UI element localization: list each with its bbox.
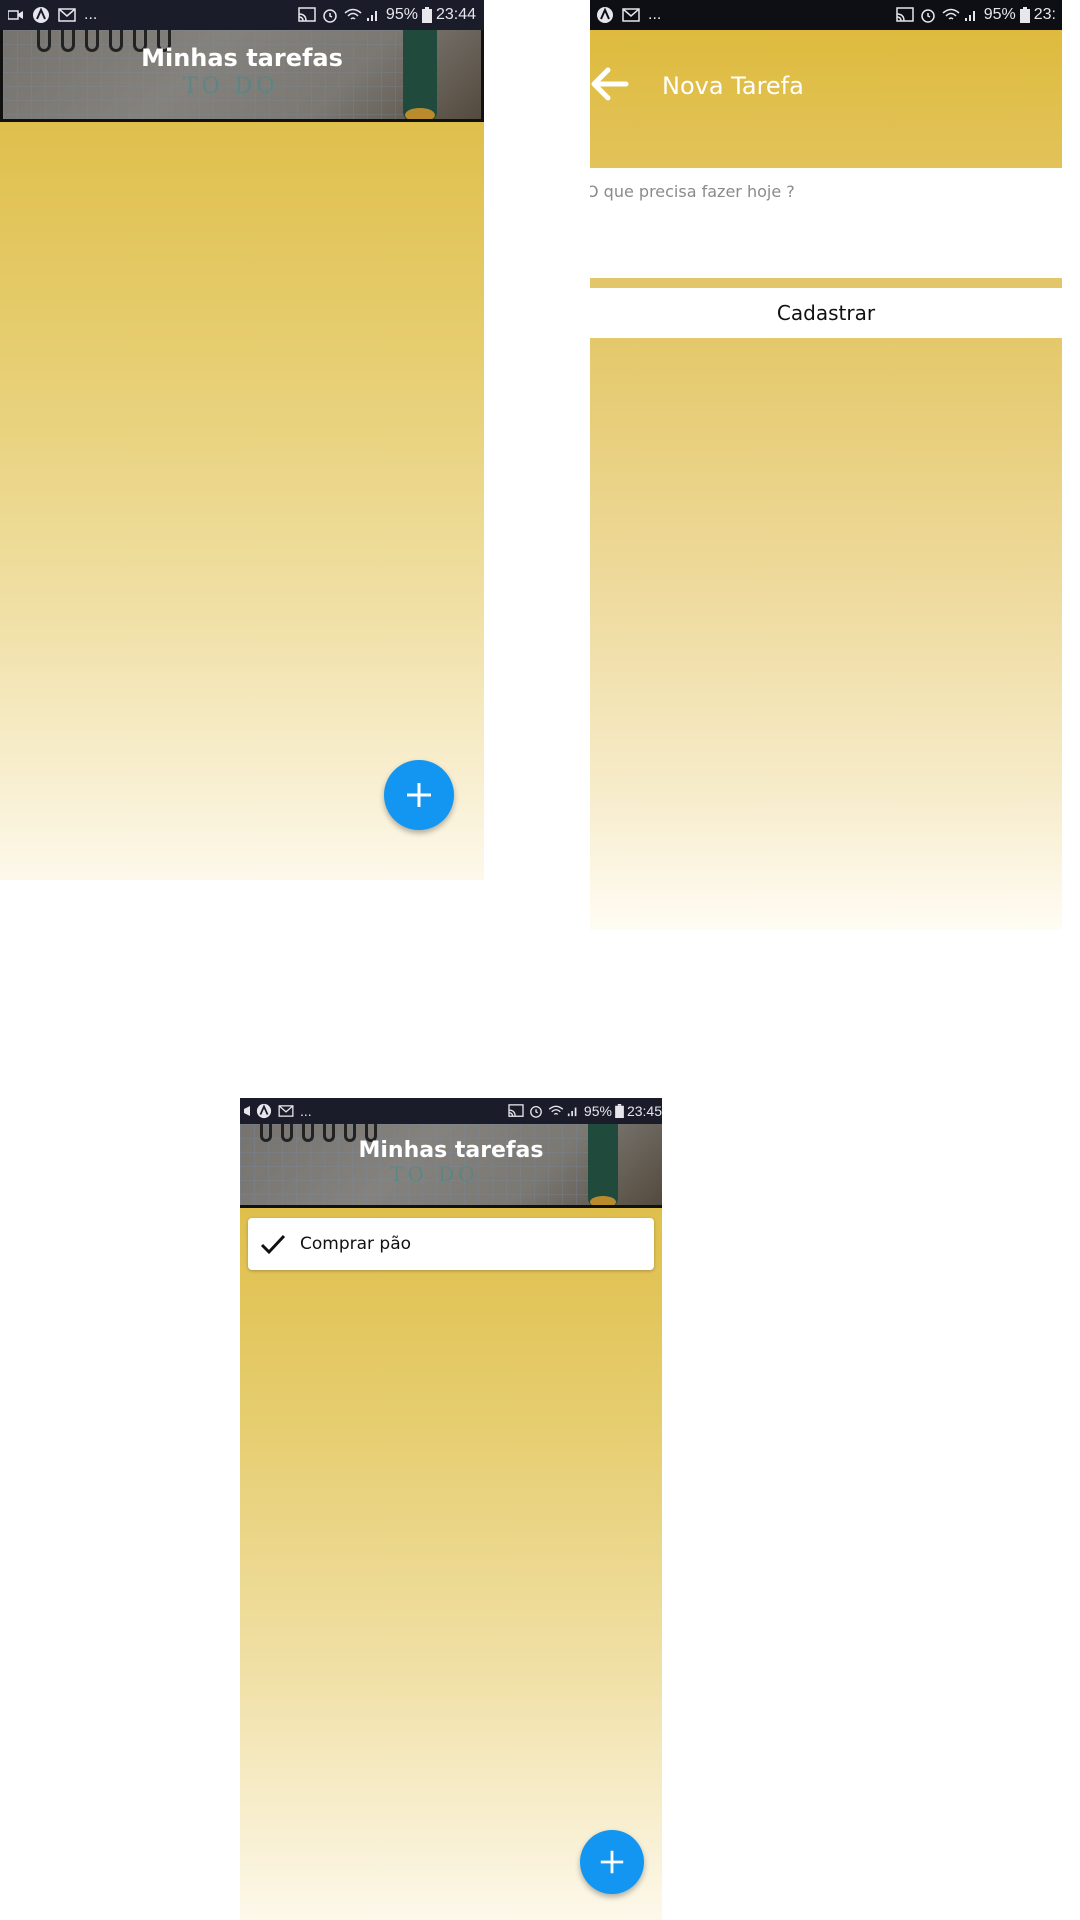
battery-icon: [1019, 7, 1030, 23]
android-icon: [256, 1103, 272, 1119]
mail-icon: [622, 8, 640, 22]
wifi-icon: [942, 8, 960, 22]
divider: [590, 278, 1062, 288]
screen-new-task: ... 95% 23: Nova Tarefa O que precisa fa…: [590, 0, 1062, 930]
submit-button[interactable]: Cadastrar: [590, 288, 1062, 338]
battery-percent: 95%: [583, 1103, 612, 1119]
cast-icon: [895, 7, 914, 23]
status-more: ...: [84, 6, 98, 23]
status-time: 23:: [1033, 6, 1056, 23]
add-task-button[interactable]: [580, 1830, 644, 1894]
add-task-button[interactable]: [384, 760, 454, 830]
todo-watermark: TO DO: [183, 74, 279, 99]
battery-icon: [421, 7, 432, 23]
status-more: ...: [648, 6, 662, 23]
battery-percent: 95%: [983, 6, 1016, 23]
background-gradient: [590, 338, 1062, 930]
task-input-placeholder: O que precisa fazer hoje ?: [590, 182, 795, 201]
mail-icon: [58, 8, 76, 22]
header-banner: TO DO Minhas tarefas: [240, 1124, 662, 1208]
status-time: 23:45: [626, 1103, 662, 1119]
page-title: Nova Tarefa: [662, 72, 804, 100]
mail-icon: [278, 1105, 294, 1117]
alarm-icon: [322, 7, 338, 23]
video-icon: [8, 9, 24, 21]
signal-icon: [964, 8, 978, 22]
page-title: Minhas tarefas: [141, 44, 343, 72]
pen-tip: [590, 1196, 616, 1205]
back-button[interactable]: [590, 64, 634, 108]
alarm-icon: [529, 1104, 543, 1118]
submit-button-label: Cadastrar: [776, 301, 876, 325]
status-bar: ... 95% 23:: [590, 0, 1062, 30]
check-icon: [260, 1233, 286, 1255]
task-item[interactable]: Comprar pão: [248, 1218, 654, 1270]
page-title: Minhas tarefas: [358, 1138, 544, 1163]
signal-icon: [567, 1105, 579, 1117]
todo-watermark: TO DO: [390, 1162, 479, 1186]
android-icon: [596, 6, 614, 24]
pen-tip: [405, 108, 435, 119]
screen-task-list: ... 95% 23:45 TO DO Minhas tarefas Compr…: [240, 1098, 662, 1920]
app-bar: Nova Tarefa: [590, 30, 1062, 168]
background-gradient: [240, 1208, 662, 1920]
header-banner: TO DO Minhas tarefas: [0, 30, 484, 122]
cast-icon: [508, 1104, 524, 1118]
battery-icon: [615, 1104, 624, 1118]
task-label: Comprar pão: [300, 1234, 412, 1254]
cast-icon: [298, 7, 316, 23]
alarm-icon: [920, 7, 936, 23]
status-bar: ... 95% 23:44: [0, 0, 484, 30]
task-input-field[interactable]: O que precisa fazer hoje ?: [590, 168, 1062, 278]
arrow-back-icon: [591, 67, 629, 101]
video-icon: [242, 1106, 252, 1116]
android-icon: [32, 6, 50, 24]
status-time: 23:44: [435, 6, 476, 23]
screen-task-list-empty: ... 95% 23:44 TO DO Minhas tarefas: [0, 0, 484, 880]
status-more: ...: [300, 1103, 312, 1119]
status-bar: ... 95% 23:45: [240, 1098, 662, 1124]
wifi-icon: [344, 8, 362, 22]
plus-icon: [600, 1850, 624, 1874]
plus-icon: [407, 783, 431, 807]
wifi-icon: [548, 1105, 564, 1117]
signal-icon: [366, 8, 380, 22]
battery-percent: 95%: [385, 6, 418, 23]
